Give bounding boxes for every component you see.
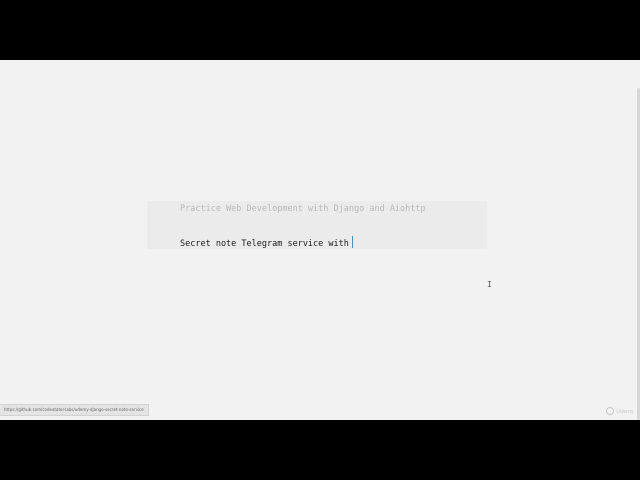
scrollbar-track[interactable] (636, 60, 640, 420)
text-cursor (351, 236, 354, 248)
text-ibeam-icon: I (487, 280, 492, 289)
udemy-logo-icon (606, 407, 615, 415)
editor-placeholder-line: Practice Web Development with Django and… (180, 204, 426, 214)
text-editor-block[interactable]: Practice Web Development with Django and… (147, 201, 487, 249)
editor-canvas[interactable]: Practice Web Development with Django and… (0, 60, 640, 420)
watermark-label: Udemy (616, 409, 634, 415)
editor-input-text: Secret note Telegram service with (180, 239, 349, 249)
watermark: Udemy (606, 407, 634, 415)
video-frame: Practice Web Development with Django and… (0, 0, 640, 480)
status-bar-link-url: https://github.com/codeatater-labs/udemy… (0, 404, 149, 416)
editor-input-line[interactable]: Secret note Telegram service with (180, 236, 354, 249)
